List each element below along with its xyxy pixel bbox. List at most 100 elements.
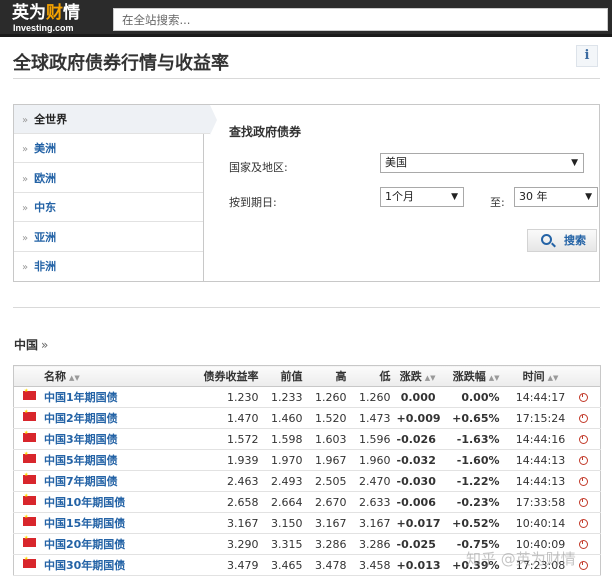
- site-search-input[interactable]: [114, 9, 607, 30]
- yield-cell: 2.463: [181, 470, 262, 492]
- region-item-europe[interactable]: » 欧洲: [14, 164, 203, 193]
- bond-name-cell[interactable]: 中国1年期国债: [13, 386, 182, 408]
- change-pct-cell: +0.39%: [438, 554, 503, 576]
- col-header-prev[interactable]: 前值: [261, 365, 306, 387]
- chevron-down-icon: ▼: [451, 192, 458, 202]
- yield-cell: 2.658: [181, 491, 262, 513]
- bullet-icon: »: [22, 262, 29, 273]
- region-item-world[interactable]: » 全世界: [14, 105, 217, 135]
- change-cell: +0.013: [393, 554, 441, 576]
- table-row: 中国3年期国债 1.5721.5981.6031.596-0.026-1.63%1…: [13, 428, 601, 450]
- bond-name-link[interactable]: 中国7年期国债: [44, 475, 118, 488]
- low-cell: 1.960: [349, 449, 394, 471]
- clock-icon: [578, 560, 588, 570]
- col-header-label: 名称: [44, 370, 66, 383]
- change-pct-cell: +0.65%: [438, 407, 503, 429]
- maturity-label: 按到期日:: [229, 196, 277, 209]
- site-search-box[interactable]: [113, 8, 608, 31]
- country-select[interactable]: 美国 ▼: [380, 153, 584, 173]
- col-header-high[interactable]: 高: [305, 365, 350, 387]
- china-flag-icon: [23, 409, 36, 421]
- bond-name-cell[interactable]: 中国30年期国债: [13, 554, 182, 576]
- country-heading[interactable]: 中国»: [14, 336, 48, 353]
- prev-cell: 1.970: [261, 449, 306, 471]
- sort-icon: ▲▼: [69, 374, 80, 382]
- col-header-time[interactable]: 时间 ▲▼: [502, 365, 579, 387]
- change-pct-cell: -1.63%: [438, 428, 503, 450]
- table-row: 中国15年期国债3.1673.1503.1673.167+0.017+0.52%…: [13, 512, 601, 534]
- finder-title: 查找政府债券: [229, 125, 302, 139]
- low-cell: 1.473: [349, 407, 394, 429]
- logo-part-1: 英为: [12, 3, 46, 23]
- sort-icon: ▲▼: [488, 374, 500, 382]
- col-header-label: 涨跌: [399, 370, 422, 383]
- to-label: 至:: [490, 196, 505, 209]
- bond-name-link[interactable]: 中国5年期国债: [44, 454, 118, 467]
- clock-icon: [578, 476, 588, 486]
- region-item-middle-east[interactable]: » 中东: [14, 193, 203, 222]
- col-header-name[interactable]: 名称 ▲▼: [13, 365, 182, 387]
- region-item-asia[interactable]: » 亚洲: [14, 223, 203, 252]
- high-cell: 2.670: [305, 491, 350, 513]
- maturity-to-select[interactable]: 30 年 ▼: [514, 187, 598, 207]
- bond-name-link[interactable]: 中国3年期国债: [44, 433, 118, 446]
- clock-cell: [578, 449, 601, 471]
- logo-highlight: 财: [46, 3, 63, 23]
- col-header-yield[interactable]: 债券收益率: [181, 365, 262, 387]
- logo-part-3: 情: [63, 3, 80, 23]
- clock-icon: [578, 455, 588, 465]
- clock-cell: [578, 533, 601, 555]
- bond-name-link[interactable]: 中国15年期国债: [44, 517, 125, 530]
- clock-icon: [578, 539, 588, 549]
- region-label: 中东: [34, 201, 57, 214]
- col-header-low[interactable]: 低: [349, 365, 394, 387]
- title-divider: [13, 78, 600, 79]
- bond-name-cell[interactable]: 中国7年期国债: [13, 470, 182, 492]
- table-row: 中国20年期国债3.2903.3153.2863.286-0.025-0.75%…: [13, 533, 601, 555]
- col-header-label: 债券收益率: [203, 370, 259, 383]
- region-label: 美洲: [34, 142, 57, 155]
- region-label: 亚洲: [34, 231, 57, 244]
- maturity-from-select[interactable]: 1个月 ▼: [380, 187, 464, 207]
- bond-name-cell[interactable]: 中国2年期国债: [13, 407, 182, 429]
- col-header-change-pct[interactable]: 涨跌幅 ▲▼: [438, 365, 503, 387]
- clock-icon: [578, 392, 588, 402]
- search-button[interactable]: 搜索: [527, 229, 597, 252]
- low-cell: 3.458: [349, 554, 394, 576]
- clock-cell: [578, 512, 601, 534]
- bullet-icon: »: [22, 144, 29, 155]
- bond-name-cell[interactable]: 中国20年期国债: [13, 533, 182, 555]
- prev-cell: 2.493: [261, 470, 306, 492]
- bond-name-cell[interactable]: 中国10年期国债: [13, 491, 182, 513]
- bond-name-link[interactable]: 中国30年期国债: [44, 559, 125, 572]
- bond-name-cell[interactable]: 中国3年期国债: [13, 428, 182, 450]
- raquo-icon: »: [41, 338, 49, 352]
- clock-cell: [578, 428, 601, 450]
- change-cell: +0.009: [393, 407, 441, 429]
- region-item-africa[interactable]: » 非洲: [14, 252, 203, 281]
- high-cell: 3.478: [305, 554, 350, 576]
- site-logo[interactable]: 英为财情 Investing.com: [12, 4, 104, 34]
- bond-name-cell[interactable]: 中国5年期国债: [13, 449, 182, 471]
- info-icon[interactable]: i: [576, 45, 598, 67]
- bullet-icon: »: [22, 233, 29, 244]
- low-cell: 1.596: [349, 428, 394, 450]
- bond-name-link[interactable]: 中国10年期国债: [44, 496, 125, 509]
- yield-cell: 3.479: [181, 554, 262, 576]
- clock-icon: [578, 497, 588, 507]
- table-row: 中国30年期国债 3.4793.4653.4783.458+0.013+0.39%…: [13, 554, 601, 576]
- bond-name-link[interactable]: 中国1年期国债: [44, 391, 118, 404]
- low-cell: 2.470: [349, 470, 394, 492]
- region-item-americas[interactable]: » 美洲: [14, 134, 203, 163]
- bond-name-cell[interactable]: 中国15年期国债: [13, 512, 182, 534]
- col-header-label: 涨跌幅: [452, 370, 486, 383]
- bond-name-link[interactable]: 中国2年期国债: [44, 412, 118, 425]
- col-header-clock: [578, 365, 601, 387]
- high-cell: 2.505: [305, 470, 350, 492]
- clock-cell: [578, 386, 601, 408]
- prev-cell: 1.460: [261, 407, 306, 429]
- bond-name-link[interactable]: 中国20年期国债: [44, 538, 125, 551]
- region-label: 全世界: [34, 113, 68, 126]
- col-header-change[interactable]: 涨跌 ▲▼: [393, 365, 439, 387]
- prev-cell: 2.664: [261, 491, 306, 513]
